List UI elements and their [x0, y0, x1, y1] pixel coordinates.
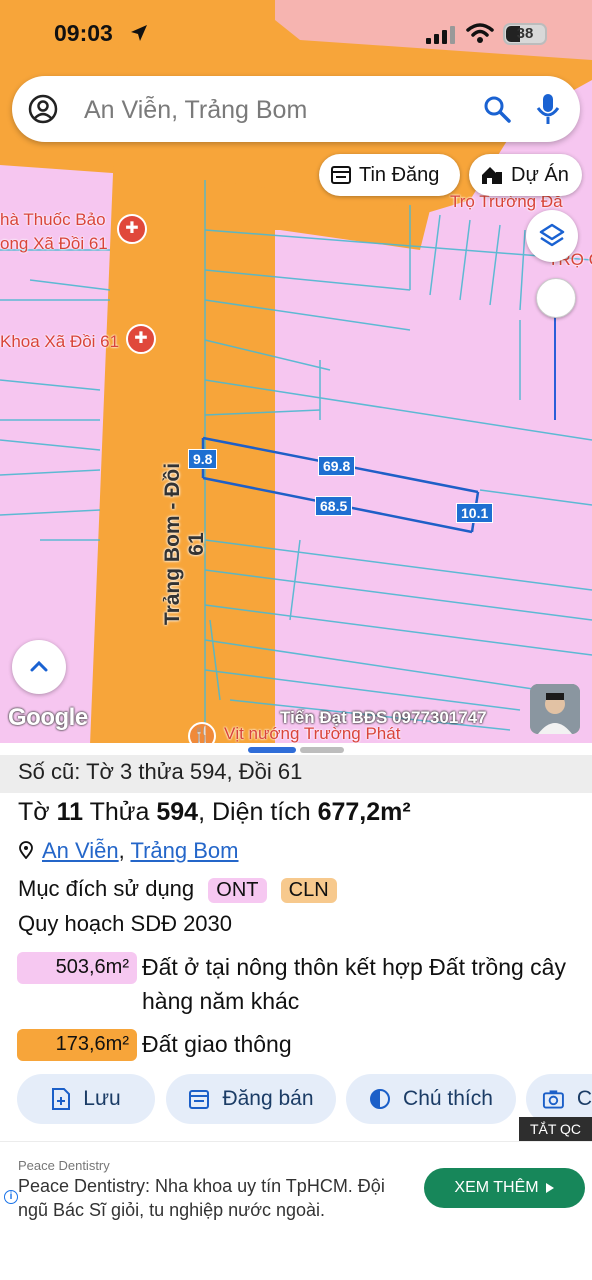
camera-label: C	[576, 1087, 592, 1110]
account-icon[interactable]	[28, 94, 58, 124]
map-label-pharmacy-line2: ong Xã Đồi 61	[0, 234, 108, 253]
watermark: Tiến Đạt BĐS 0977301747	[280, 708, 487, 727]
signal-icon	[426, 26, 455, 44]
chevron-up-icon	[30, 660, 48, 672]
hide-ads-button[interactable]: TẮT QC	[519, 1117, 592, 1141]
play-arrow-icon	[545, 1183, 554, 1193]
parcel-summary: Tờ 11 Thửa 594, Diện tích 677,2m²	[18, 798, 411, 826]
planning-area-desc: Đất giao thông	[142, 1031, 292, 1057]
road-label: Trảng Bom - Đồi 61	[161, 462, 208, 626]
old-parcel-info: Số cũ: Tờ 3 thửa 594, Đồi 61	[0, 755, 592, 793]
ad-text: Peace Dentistry: Nha khoa uy tín TpHCM. …	[18, 1176, 385, 1220]
dimension-right: 10.1	[456, 503, 494, 523]
expand-up-button[interactable]	[12, 640, 66, 694]
status-time: 09:03	[54, 20, 113, 46]
sheet-handle-active[interactable]	[248, 747, 296, 753]
location-link-trang-bom[interactable]: Trảng Bom	[130, 838, 238, 863]
dimension-top: 69.8	[318, 456, 356, 476]
camera-icon	[542, 1090, 564, 1109]
map-label-clinic: Khoa Xã Đồi 61	[0, 332, 120, 351]
ad-spacer	[0, 1236, 592, 1280]
planning-title: Quy hoạch SDĐ 2030	[18, 911, 233, 936]
search-bar[interactable]: An Viễn, Trảng Bom	[12, 76, 580, 142]
map-label-pharmacy: hà Thuốc Bảo	[0, 210, 106, 229]
building-icon	[482, 167, 502, 184]
wifi-icon	[466, 23, 494, 43]
status-bar: 09:03 38	[0, 0, 592, 70]
listing-icon	[331, 166, 351, 184]
person-photo	[530, 684, 580, 734]
ad-cta-label: XEM THÊM	[454, 1179, 539, 1196]
thua-label: Thửa	[89, 798, 150, 826]
location-link-an-vien[interactable]: An Viễn	[42, 838, 119, 863]
area-label: Diện tích	[211, 798, 311, 826]
location-arrow-icon	[131, 25, 147, 41]
purpose-label: Mục đích sử dụng	[18, 876, 195, 901]
post-sale-label: Đăng bán	[222, 1087, 314, 1110]
ad-source: Peace Dentistry	[18, 1158, 110, 1173]
restaurant-icon[interactable]: 🍴	[188, 722, 216, 745]
layers-icon	[539, 223, 565, 247]
dimension-left: 9.8	[188, 449, 218, 469]
battery-level: 38	[516, 25, 534, 42]
opacity-slider-handle[interactable]	[536, 278, 576, 318]
search-input[interactable]: An Viễn, Trảng Bom	[84, 96, 307, 125]
ad-info-icon[interactable]: i	[4, 1190, 18, 1204]
ad-cta-button[interactable]: XEM THÊM	[424, 1168, 585, 1208]
purpose-badge-ont: ONT	[208, 878, 267, 903]
purpose-badge-cln: CLN	[280, 878, 337, 903]
thua-value: 594	[156, 798, 199, 826]
legend-label: Chú thích	[403, 1087, 493, 1110]
dimension-bottom: 68.5	[315, 496, 353, 516]
pharmacy-icon[interactable]: ✚	[117, 214, 147, 244]
tin-dang-chip[interactable]: Tin Đăng	[319, 154, 460, 196]
save-label: Lưu	[83, 1087, 121, 1110]
microphone-icon[interactable]	[534, 92, 562, 126]
du-an-chip[interactable]: Dự Án	[469, 154, 582, 196]
add-file-icon	[52, 1088, 71, 1110]
google-logo: Google	[8, 704, 88, 731]
save-button[interactable]: Lưu	[17, 1074, 155, 1124]
contrast-icon	[370, 1089, 391, 1109]
parcel-location: An Viễn, Trảng Bom	[18, 838, 239, 864]
map-view[interactable]: hà Thuốc Bảo ong Xã Đồi 61 ✚ Khoa Xã Đồi…	[0, 0, 592, 745]
planning-area-badge: 173,6m²	[17, 1029, 137, 1061]
clinic-icon[interactable]: ✚	[126, 324, 156, 354]
tin-dang-label: Tin Đăng	[359, 163, 440, 186]
post-sale-button[interactable]: Đăng bán	[166, 1074, 336, 1124]
search-icon[interactable]	[482, 94, 512, 124]
area-value: 677,2m²	[317, 798, 411, 826]
location-pin-icon	[19, 841, 33, 860]
legend-button[interactable]: Chú thích	[346, 1074, 516, 1124]
to-value: 11	[56, 798, 84, 826]
avatar[interactable]	[530, 684, 580, 734]
battery-indicator: 38	[503, 23, 547, 45]
purpose-row: Mục đích sử dụng ONT CLN	[18, 876, 337, 903]
to-label: Tờ	[18, 798, 50, 826]
planning-area-badge: 503,6m²	[17, 952, 137, 984]
planning-area-desc: Đất ở tại nông thôn kết hợp Đất trồng câ…	[142, 954, 566, 1014]
layers-button[interactable]	[526, 210, 578, 262]
sheet-handle[interactable]	[300, 747, 344, 753]
du-an-label: Dự Án	[511, 163, 569, 186]
calendar-icon	[189, 1090, 210, 1109]
